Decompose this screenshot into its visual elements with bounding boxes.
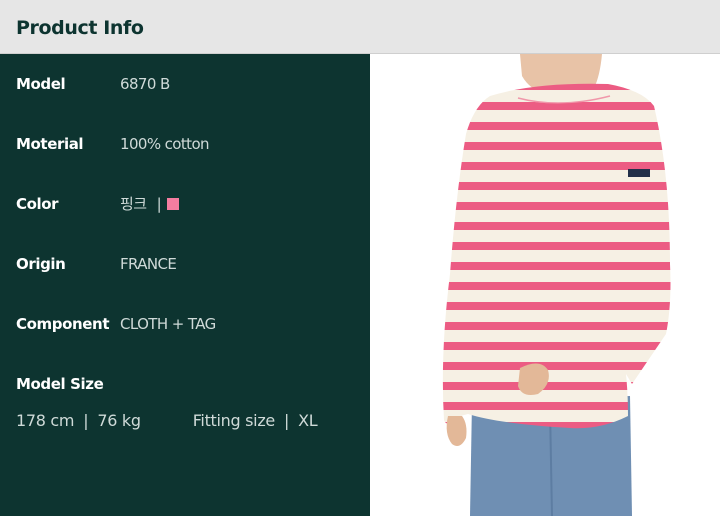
header-bar: Product Info bbox=[0, 0, 720, 54]
model-weight: 76 kg bbox=[97, 411, 141, 430]
product-info-page: Product Info Model 6870 B Moterial 100% … bbox=[0, 0, 720, 516]
fitting-size-value: XL bbox=[298, 411, 318, 430]
spec-value: 6870 B bbox=[120, 75, 170, 93]
fitting-size-label: Fitting size bbox=[192, 411, 276, 430]
spec-value: 100% cotton bbox=[120, 135, 210, 153]
model-height: 178 cm bbox=[16, 411, 75, 430]
sleeve-tag bbox=[628, 169, 650, 177]
separator: | bbox=[283, 411, 290, 430]
model-size-line: 178 cm | 76 kg Fitting size | XL bbox=[16, 410, 318, 432]
spec-label: Color bbox=[16, 195, 59, 213]
spec-color-value: 핑크 | bbox=[120, 193, 180, 215]
color-separator: | bbox=[156, 195, 162, 213]
color-swatch bbox=[167, 198, 180, 210]
color-name: 핑크 bbox=[120, 195, 147, 213]
spec-label: Model bbox=[16, 75, 66, 93]
model-size-heading: Model Size bbox=[16, 375, 104, 393]
spec-panel: Model 6870 B Moterial 100% cotton Color … bbox=[0, 54, 370, 516]
model-illustration bbox=[370, 54, 720, 516]
page-title: Product Info bbox=[16, 17, 144, 39]
spec-label: Component bbox=[16, 315, 110, 333]
spec-value: FRANCE bbox=[120, 255, 177, 273]
spec-label: Moterial bbox=[16, 135, 84, 153]
spec-label: Origin bbox=[16, 255, 66, 273]
product-photo bbox=[370, 54, 720, 516]
spec-value: CLOTH + TAG bbox=[120, 315, 216, 333]
separator: | bbox=[83, 411, 89, 430]
